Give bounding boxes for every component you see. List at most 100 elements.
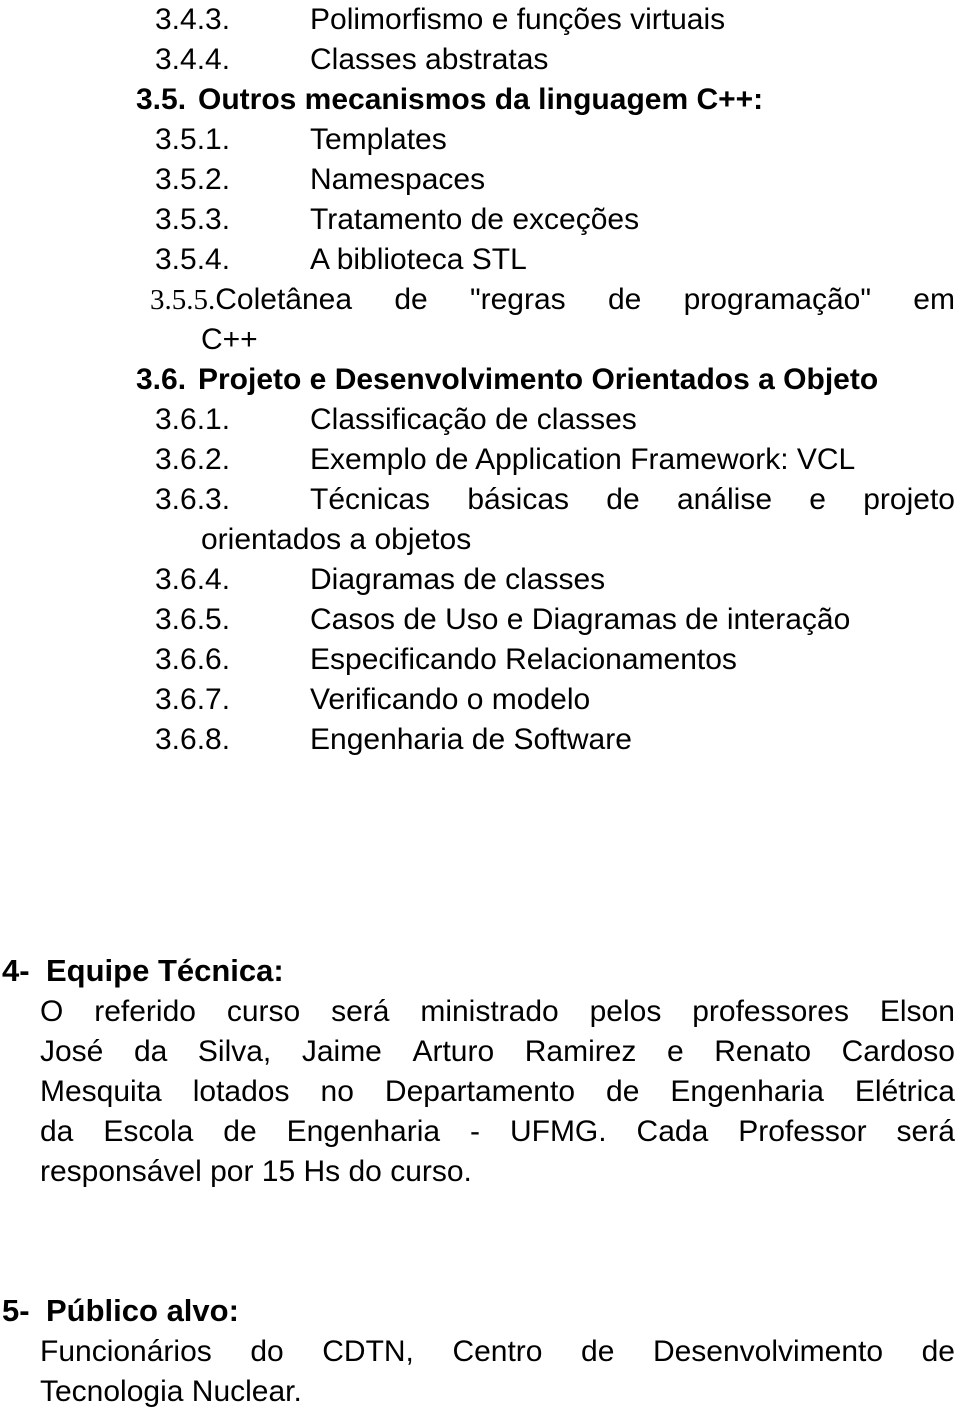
outline-label: Engenharia de Software — [310, 723, 632, 756]
outline-heading: 3.6. Projeto e Desenvolvimento Orientados… — [0, 360, 960, 400]
text-word: será — [331, 995, 390, 1028]
outline-label: Templates — [310, 123, 447, 156]
paragraph-line: Mesquita lotados no Departamento de Engenhari… — [40, 1072, 955, 1112]
text-word: projeto — [863, 483, 955, 516]
outline-number: 3.6.7. — [155, 683, 231, 716]
paragraph-line: José da Silva, Jaime Arturo Ramirez e Renato Car… — [40, 1032, 955, 1072]
outline-label: Outros mecanismos da linguagem C++: — [198, 83, 764, 116]
text-word: análise — [676, 483, 773, 516]
text-word: Escola — [103, 1115, 194, 1148]
section-heading: 4- Equipe Técnica: — [0, 950, 960, 992]
text-word: Arturo — [412, 1035, 495, 1068]
outline-heading: 3.5. Outros mecanismos da linguagem C++: — [0, 80, 960, 120]
outline-item-continuation: C++ — [201, 323, 258, 356]
text-word: professores — [692, 995, 849, 1028]
text-word: - — [470, 1115, 481, 1148]
outline-number: 3.4.4. — [155, 43, 231, 76]
outline-number: 3.6.1. — [155, 403, 231, 436]
text-word: da — [133, 1035, 168, 1068]
text-word: Técnicas — [310, 483, 431, 516]
outline-item: 3.5.3. Tratamento de exceções — [0, 200, 960, 240]
outline-number: 3.6.2. — [155, 443, 231, 476]
text-word: Cada — [636, 1115, 709, 1148]
outline-number: 3.5.2. — [155, 163, 231, 196]
outline-item: 3.6.7. Verificando o modelo — [0, 680, 960, 720]
outline-label: Verificando o modelo — [310, 683, 591, 716]
section-publico-alvo: 5- Público alvo: Funcionários do CDTN, Cent… — [0, 1290, 960, 1412]
text-word: ministrado — [420, 995, 559, 1028]
outline-item: 3.5.4. A biblioteca STL — [0, 240, 960, 280]
text-word: Silva, — [197, 1035, 272, 1068]
outline-number: 3.6.8. — [155, 723, 231, 756]
text-word: de — [607, 283, 642, 316]
text-word: de — [223, 1115, 257, 1148]
text-word: O — [40, 995, 64, 1028]
outline-number: 3.6. — [136, 363, 187, 396]
text-word: Engenharia — [286, 1115, 441, 1148]
text-word: curso — [226, 995, 301, 1028]
text-word: Ramirez — [524, 1035, 637, 1068]
text-word: Elson — [879, 995, 955, 1028]
outline-label: Polimorfismo e funções virtuais — [310, 3, 726, 36]
outline-number: 3.6.6. — [155, 643, 231, 676]
section-equipe-tecnica: 4- Equipe Técnica: Oreferido curso será min… — [0, 950, 960, 1192]
text-word: em — [913, 283, 955, 316]
text-word: Jaime — [301, 1035, 382, 1068]
text-word: "regras — [469, 283, 566, 316]
text-word: UFMG. — [509, 1115, 607, 1148]
text-word: e — [667, 1035, 684, 1068]
text-word: de — [394, 283, 428, 316]
text-word: de — [606, 1075, 640, 1108]
section-marker: 4- — [2, 953, 30, 988]
text-word: Desenvolvimento — [652, 1335, 884, 1368]
outline-label: Classificação de classes — [310, 403, 637, 436]
text-word: do — [250, 1335, 284, 1368]
outline-number: 3.5.3. — [155, 203, 231, 236]
outline-number: 3.6.5. — [155, 603, 231, 636]
text-word: e — [809, 483, 826, 516]
text-word: de — [606, 483, 640, 516]
outline-item: 3.6.3. Técnicas básicas de análise e projeto — [0, 480, 960, 520]
section-marker: 5- — [2, 1293, 30, 1328]
outline-list: 3.4.3. Polimorfismo e funções virtuais 3.4… — [0, 0, 960, 760]
paragraph-line: da Escola de Engenharia - UFMG. Cada Professor s… — [40, 1112, 955, 1152]
text-word: Coletânea — [215, 283, 353, 316]
text-word: pelos — [589, 995, 662, 1028]
outline-item: 3.6.2. Exemplo de Application Framework: … — [0, 440, 960, 480]
outline-label: Tratamento de exceções — [310, 203, 640, 236]
outline-number: 3.5.1. — [155, 123, 231, 156]
text-word: Renato — [714, 1035, 812, 1068]
outline-label: Namespaces — [310, 163, 486, 196]
text-word: Departamento — [384, 1075, 576, 1108]
paragraph-line: responsável por 15 Hs do curso. — [40, 1155, 472, 1188]
text-word: de — [921, 1335, 955, 1368]
outline-label: Diagramas de classes — [310, 563, 606, 596]
section-body: Funcionários do CDTN, Centro de Desenvolvimen… — [0, 1332, 960, 1412]
outline-item: 3.6.4. Diagramas de classes — [0, 560, 960, 600]
outline-number: 3.4.3. — [155, 3, 231, 36]
outline-label: Casos de Uso e Diagramas de interação — [310, 603, 851, 636]
text-word: da — [40, 1115, 74, 1148]
text-word: será — [896, 1115, 955, 1148]
text-word: Professor — [738, 1115, 867, 1148]
outline-number: 3.5.5. — [150, 284, 216, 316]
outline-label: Especificando Relacionamentos — [310, 643, 737, 676]
text-word: referido — [94, 995, 196, 1028]
text-word: básicas — [467, 483, 570, 516]
outline-label: Exemplo de Application Framework: VCL — [310, 443, 856, 476]
text-word: lotados — [192, 1075, 290, 1108]
outline-item: 3.6.8. Engenharia de Software — [0, 720, 960, 760]
section-heading: 5- Público alvo: — [0, 1290, 960, 1332]
outline-number: 3.5.4. — [155, 243, 231, 276]
text-word: Funcionários — [40, 1335, 212, 1368]
text-word: de — [581, 1335, 615, 1368]
paragraph-line: Tecnologia Nuclear. — [40, 1375, 302, 1408]
outline-label: Classes abstratas — [310, 43, 549, 76]
outline-item: 3.4.3. Polimorfismo e funções virtuais — [0, 0, 960, 40]
section-title: Equipe Técnica: — [46, 953, 284, 988]
outline-item: 3.4.4. Classes abstratas — [0, 40, 960, 80]
text-word: CDTN, — [322, 1335, 414, 1368]
paragraph-line: Funcionários do CDTN, Centro de Desenvolvimen… — [40, 1332, 955, 1372]
outline-number: 3.6.3. — [155, 483, 231, 516]
outline-item: 3.6.1. Classificação de classes — [0, 400, 960, 440]
